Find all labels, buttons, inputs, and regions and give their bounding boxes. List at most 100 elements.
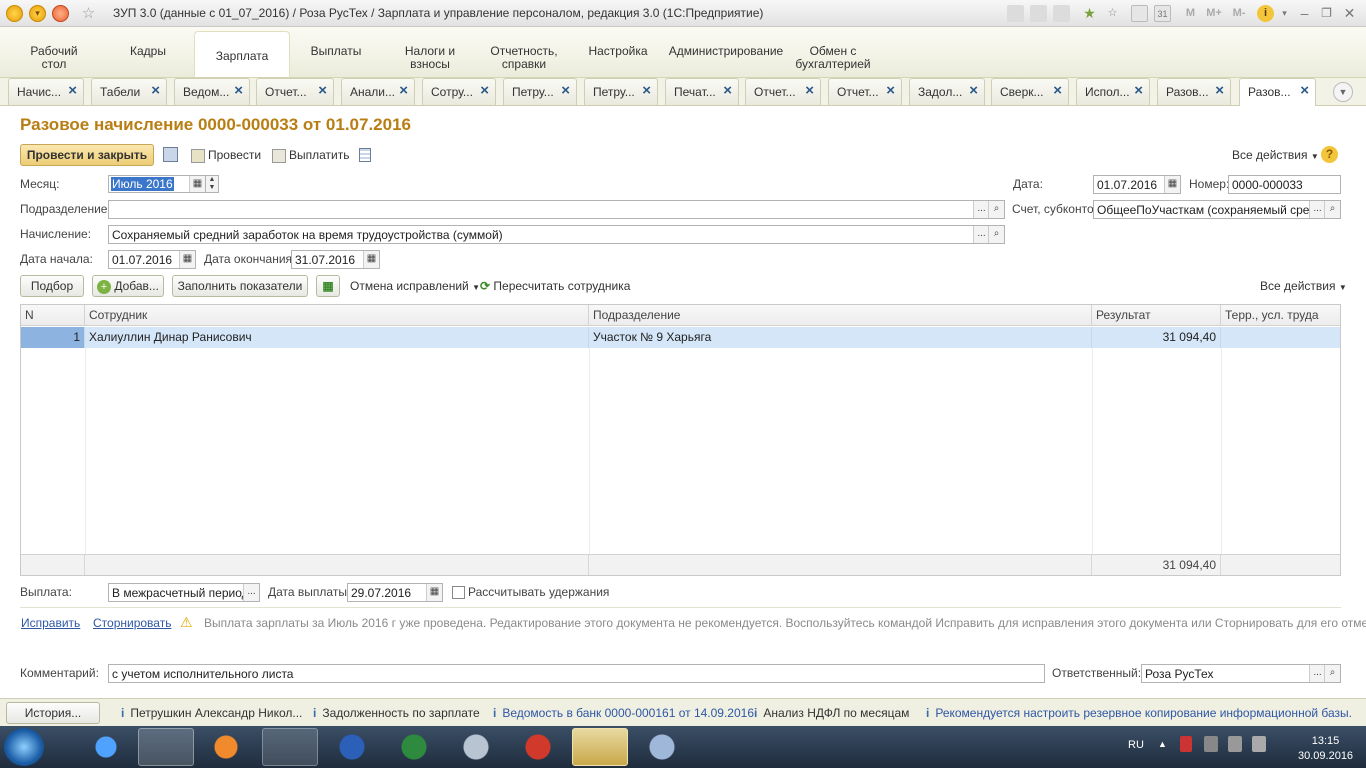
post-and-close-button[interactable]: Провести и закрыть	[20, 144, 154, 166]
calculator-app-icon[interactable]	[448, 728, 504, 766]
open-tab[interactable]: Петру... ×	[503, 78, 577, 105]
responsible-select-button[interactable]: ...	[1309, 665, 1325, 682]
comment-field[interactable]: с учетом исполнительного листа	[108, 664, 1045, 683]
open-tab[interactable]: Отчет... ×	[745, 78, 821, 105]
accrual-select-button[interactable]: ...	[973, 226, 989, 243]
close-icon[interactable]: ×	[234, 82, 243, 99]
close-icon[interactable]: ×	[886, 82, 895, 99]
add-button[interactable]: + Добав...	[92, 275, 164, 297]
tray-network-icon[interactable]	[1204, 736, 1218, 752]
start-date-calendar-icon[interactable]: ▦	[179, 251, 195, 268]
end-date-calendar-icon[interactable]: ▦	[363, 251, 379, 268]
memory-minus-icon[interactable]: M-	[1228, 5, 1250, 22]
print-icon[interactable]	[1030, 5, 1047, 22]
history-button[interactable]: История...	[6, 702, 100, 724]
section-payments[interactable]: Выплаты	[303, 31, 369, 77]
account-select-button[interactable]: ...	[1309, 201, 1325, 218]
section-hr[interactable]: Кадры	[120, 31, 176, 77]
deductions-checkbox[interactable]: Рассчитывать удержания	[452, 585, 609, 600]
ie-icon[interactable]	[78, 728, 134, 766]
calculator-icon[interactable]	[1131, 5, 1148, 22]
1c-app-icon[interactable]	[572, 728, 628, 766]
add-row-icon[interactable]: ▦	[316, 275, 340, 297]
explorer-icon[interactable]	[138, 728, 194, 766]
home-icon[interactable]	[52, 5, 69, 22]
excel-icon[interactable]	[386, 728, 442, 766]
status-item[interactable]: i Ведомость в банк 0000-000161 от 14.09.2…	[493, 706, 754, 720]
close-icon[interactable]: ×	[642, 82, 651, 99]
main-menu-icon[interactable]: ▾	[29, 5, 46, 22]
open-tab[interactable]: Сверк... ×	[991, 78, 1069, 105]
column-terr[interactable]: Терр., усл. труда	[1221, 305, 1340, 325]
tray-flag-icon[interactable]	[1252, 736, 1266, 752]
responsible-search-icon[interactable]: ⌕	[1324, 665, 1340, 682]
row-division[interactable]: Участок № 9 Харьяга	[589, 327, 1092, 348]
tray-expand-icon[interactable]: ▲	[1158, 739, 1167, 749]
close-icon[interactable]: ×	[68, 82, 77, 99]
close-icon[interactable]: ×	[1134, 82, 1143, 99]
fill-indicators-button[interactable]: Заполнить показатели	[172, 275, 308, 297]
section-desktop[interactable]: Рабочий стол	[22, 31, 86, 77]
recalc-button[interactable]: ⟳ Пересчитать сотрудника	[480, 279, 630, 293]
open-tab[interactable]: Отчет... ×	[828, 78, 902, 105]
tray-volume-icon[interactable]	[1228, 736, 1242, 752]
close-icon[interactable]: ×	[969, 82, 978, 99]
paint-icon[interactable]	[634, 728, 690, 766]
column-n[interactable]: N	[21, 305, 85, 325]
column-employee[interactable]: Сотрудник	[85, 305, 589, 325]
close-icon[interactable]: ×	[805, 82, 814, 99]
payment-date-calendar-icon[interactable]: ▦	[426, 584, 442, 601]
open-tab[interactable]: Испол... ×	[1076, 78, 1150, 105]
account-field[interactable]: ОбщееПоУчасткам (сохраняемый сред за	[1093, 200, 1341, 219]
language-indicator[interactable]: RU	[1128, 739, 1144, 751]
help-icon[interactable]: ?	[1321, 146, 1338, 163]
preview-icon[interactable]	[1053, 5, 1070, 22]
close-window-icon[interactable]: ✕	[1341, 5, 1358, 22]
section-salary[interactable]: Зарплата	[194, 31, 290, 77]
all-actions-menu[interactable]: Все действия ▼	[1232, 148, 1319, 162]
close-icon[interactable]: ×	[480, 82, 489, 99]
pick-button[interactable]: Подбор	[20, 275, 84, 297]
media-player-icon[interactable]	[198, 728, 254, 766]
division-search-icon[interactable]: ⌕	[988, 201, 1004, 218]
section-settings[interactable]: Настройка	[582, 31, 654, 77]
reverse-link[interactable]: Сторнировать	[93, 616, 171, 630]
section-admin[interactable]: Администрирование	[668, 31, 784, 77]
1c-logo-icon[interactable]	[6, 5, 23, 22]
status-item[interactable]: i Петрушкин Александр Никол...	[121, 706, 302, 720]
close-icon[interactable]: ×	[399, 82, 408, 99]
close-icon[interactable]: ×	[1300, 82, 1309, 99]
favorite-star-icon[interactable]: ☆	[80, 5, 97, 22]
month-spinner[interactable]: ▲ ▼	[205, 175, 219, 193]
open-tab[interactable]: Начис... ×	[8, 78, 84, 105]
close-icon[interactable]: ×	[561, 82, 570, 99]
open-tab[interactable]: Задол... ×	[909, 78, 985, 105]
open-tab[interactable]: Сотру... ×	[422, 78, 496, 105]
word-icon[interactable]	[324, 728, 380, 766]
column-division[interactable]: Подразделение	[589, 305, 1092, 325]
pay-button[interactable]: Выплатить	[272, 148, 350, 163]
tray-device-icon[interactable]	[1180, 736, 1192, 752]
close-icon[interactable]: ×	[318, 82, 327, 99]
accrual-field[interactable]: Сохраняемый средний заработок на время т…	[108, 225, 1005, 244]
accrual-search-icon[interactable]: ⌕	[988, 226, 1004, 243]
checkbox-icon[interactable]	[452, 586, 465, 600]
section-reports[interactable]: Отчетность, справки	[483, 31, 565, 77]
calendar-icon[interactable]: 31	[1154, 5, 1171, 22]
info-menu-chevron-icon[interactable]: ▾	[1276, 5, 1293, 22]
open-tab[interactable]: Отчет... ×	[256, 78, 334, 105]
fix-link[interactable]: Исправить	[21, 616, 80, 630]
month-calendar-icon[interactable]: ▦	[189, 176, 205, 192]
status-item[interactable]: i Рекомендуется настроить резервное копир…	[926, 706, 1352, 720]
start-button-icon[interactable]	[4, 728, 44, 766]
report-icon[interactable]	[359, 148, 371, 162]
open-tab[interactable]: Печат... ×	[665, 78, 739, 105]
open-tab[interactable]: Ведом... ×	[174, 78, 250, 105]
payment-field[interactable]: В межрасчетный период	[108, 583, 260, 602]
memory-icon[interactable]: M	[1182, 5, 1199, 22]
division-field[interactable]	[108, 200, 1005, 219]
close-icon[interactable]: ×	[1215, 82, 1224, 99]
restore-icon[interactable]: ❐	[1318, 5, 1335, 22]
row-terr[interactable]	[1221, 327, 1340, 348]
status-item[interactable]: i Задолженность по зарплате	[313, 706, 480, 720]
